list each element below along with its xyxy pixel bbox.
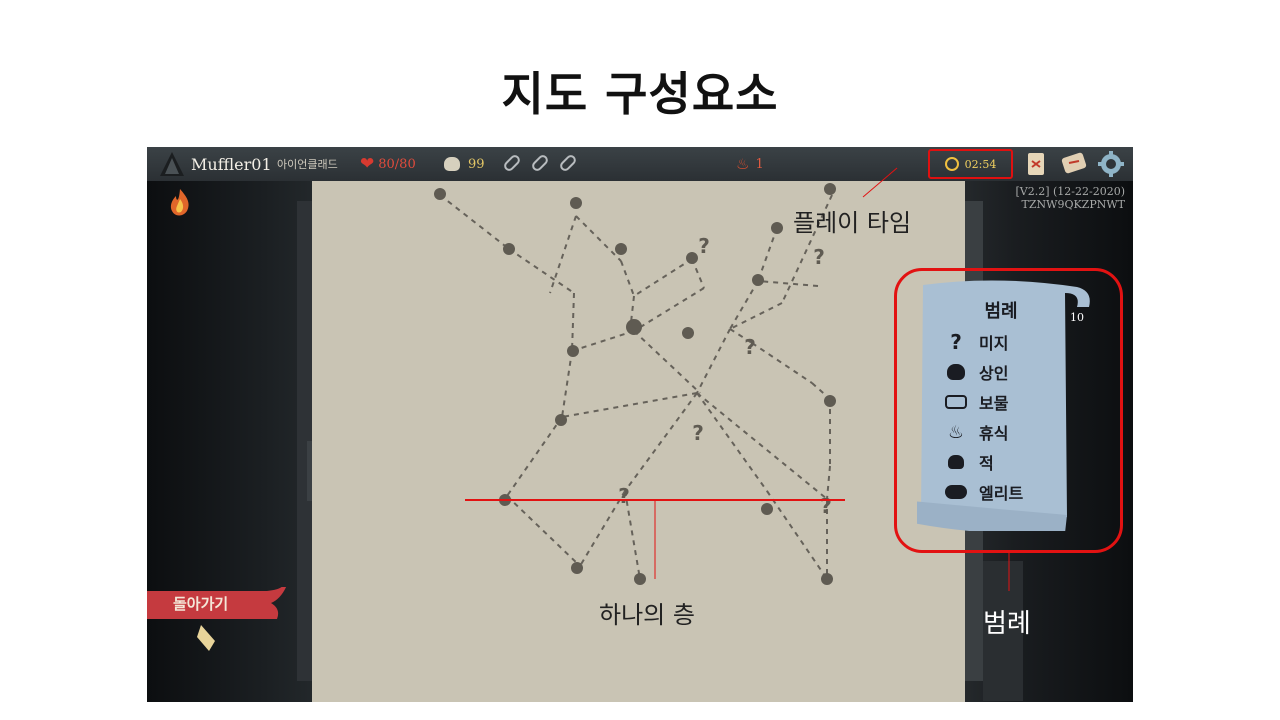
gold-display: 99 xyxy=(444,147,485,181)
potion-slots xyxy=(502,147,582,181)
svg-text:?: ? xyxy=(813,245,825,269)
hp-display: ❤ 80/80 xyxy=(360,147,416,181)
play-time-highlight xyxy=(928,149,1013,179)
floor-annotation: 하나의 층 xyxy=(599,601,695,629)
version-line: [V2.2] (12-22-2020) xyxy=(1015,185,1125,198)
burning-elite-flame-icon xyxy=(170,189,189,216)
left-background xyxy=(147,181,315,702)
svg-text:?: ? xyxy=(820,494,832,518)
top-bar: Muffler01 아이언클래드 ❤ 80/80 99 ♨ 1 02:54 xyxy=(147,147,1133,181)
character-class: 아이언클래드 xyxy=(277,158,338,171)
character-icon xyxy=(160,152,184,176)
heart-icon: ❤ xyxy=(360,154,375,174)
slide-title: 지도 구성요소 xyxy=(501,67,779,121)
ascension-flame-icon: ♨ xyxy=(736,155,750,173)
svg-text:?: ? xyxy=(698,234,710,258)
legend-annotation: 범례 xyxy=(983,609,1031,639)
version-info: [V2.2] (12-22-2020) TZNW9QKZPNWT xyxy=(1015,185,1125,211)
legend-highlight xyxy=(894,268,1123,553)
gold-bag-icon xyxy=(444,157,460,171)
gold-value: 99 xyxy=(468,156,485,172)
back-button-label[interactable]: 돌아가기 xyxy=(173,593,228,614)
svg-text:?: ? xyxy=(692,421,704,445)
potion-slot-icons[interactable] xyxy=(502,154,582,174)
svg-text:?: ? xyxy=(618,484,630,508)
game-screen: ? ? ? ? ? ? Muffler01 아이언클래드 ❤ 80/80 99 … xyxy=(147,147,1133,702)
map-scroll-icon[interactable] xyxy=(1024,151,1050,177)
ascension-display: ♨ 1 xyxy=(736,147,764,181)
svg-text:?: ? xyxy=(744,335,756,359)
hp-value: 80/80 xyxy=(378,156,416,172)
play-time-pointer xyxy=(863,154,883,164)
player-name: Muffler01 xyxy=(191,154,272,174)
deck-icon[interactable] xyxy=(1059,151,1089,177)
play-time-annotation: 플레이 타임 xyxy=(793,209,912,237)
left-scenery xyxy=(297,201,315,681)
floor-line xyxy=(465,499,845,501)
diamond-cursor-icon xyxy=(197,625,215,651)
settings-gear-icon[interactable] xyxy=(1097,150,1125,178)
seed-line: TZNW9QKZPNWT xyxy=(1021,198,1125,211)
ascension-level: 1 xyxy=(755,156,764,172)
